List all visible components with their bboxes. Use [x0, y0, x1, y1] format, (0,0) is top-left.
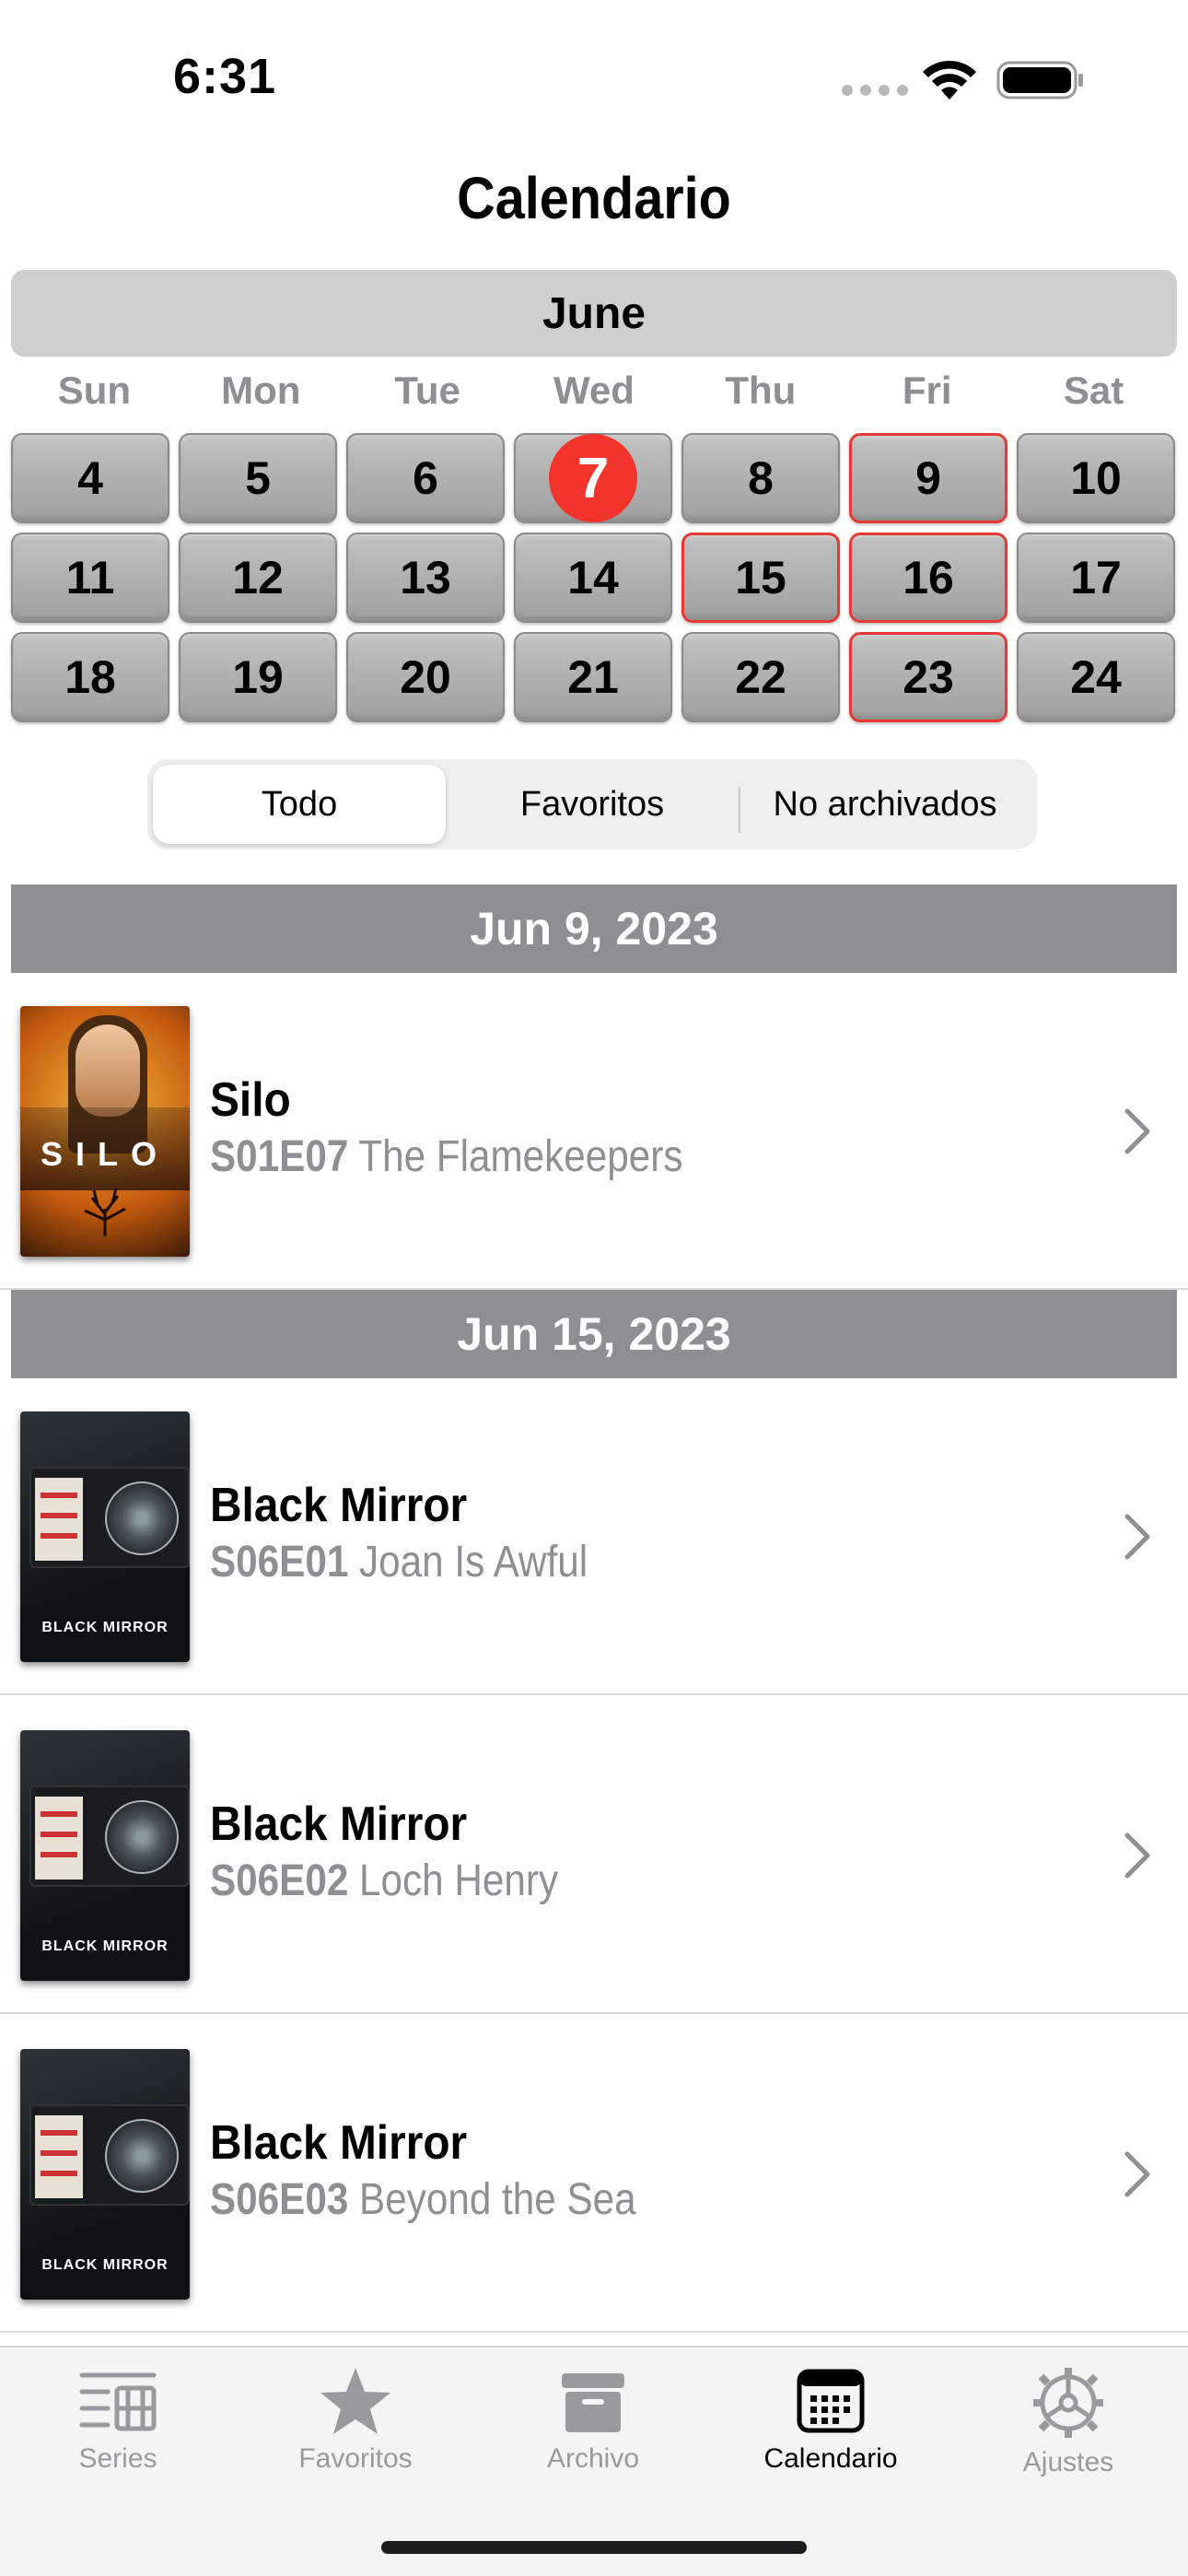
tab-series[interactable]: Series	[26, 2366, 210, 2475]
tab-label: Archivo	[546, 2443, 640, 2474]
episode-title: Beyond the Sea	[359, 2175, 636, 2224]
calendar-day[interactable]: 22	[681, 632, 840, 722]
filter-todo[interactable]: Todo	[153, 765, 446, 844]
episode-row[interactable]: BLACK MIRROR Black Mirror S06E03 Beyond …	[0, 2016, 1188, 2333]
section-header-date: Jun 9, 2023	[11, 884, 1177, 973]
weekday-label: Fri	[902, 369, 952, 412]
status-time: 6:31	[173, 49, 277, 104]
tab-label: Calendario	[763, 2443, 898, 2474]
calendar-day[interactable]: 6	[346, 433, 505, 523]
episode-row[interactable]: BLACK MIRROR Black Mirror S06E02 Loch He…	[0, 1697, 1188, 2014]
calendar-day-today[interactable]: 7	[514, 433, 672, 523]
episode-code: S06E02	[210, 1856, 349, 1905]
tab-archivo[interactable]: Archivo	[501, 2366, 685, 2475]
episode-row[interactable]: SILO Silo S01E07 The Flamekeepers	[0, 973, 1188, 1290]
today-indicator: 7	[549, 434, 637, 522]
calendar-day[interactable]: 18	[11, 632, 169, 722]
episode-code: S06E01	[210, 1538, 349, 1587]
battery-icon	[996, 61, 1083, 100]
show-poster: SILO	[20, 1006, 190, 1257]
calendar-day[interactable]: 24	[1017, 632, 1175, 722]
tab-label: Ajustes	[1022, 2447, 1114, 2477]
calendar-day[interactable]: 10	[1017, 433, 1175, 523]
home-indicator	[381, 2541, 807, 2554]
tab-label: Series	[78, 2443, 157, 2474]
episode-subtitle: S06E02 Loch Henry	[210, 1856, 558, 1906]
episode-code: S06E03	[210, 2175, 349, 2224]
episode-title: Loch Henry	[359, 1856, 559, 1905]
show-poster: BLACK MIRROR	[20, 2049, 190, 2300]
filter-no-archivados[interactable]: No archivados	[739, 765, 1031, 844]
cellular-signal-icon	[842, 85, 908, 96]
archive-box-icon	[562, 2373, 624, 2432]
episode-subtitle: S06E03 Beyond the Sea	[210, 2174, 636, 2225]
calendar-day[interactable]: 11	[11, 533, 169, 623]
weekday-label: Wed	[553, 369, 635, 412]
page-title: Calendario	[457, 165, 731, 231]
chevron-right-icon	[1124, 1832, 1150, 1879]
tab-label: Favoritos	[298, 2443, 413, 2474]
calendar-day[interactable]: 21	[514, 632, 672, 722]
episode-title: Joan Is Awful	[359, 1538, 588, 1587]
show-poster: BLACK MIRROR	[20, 1730, 190, 1981]
calendar-day[interactable]: 13	[346, 533, 505, 623]
calendar-day-with-episodes[interactable]: 9	[849, 433, 1007, 523]
show-title: Silo	[210, 1073, 291, 1127]
calendar-day[interactable]: 19	[179, 632, 337, 722]
poster-title: BLACK MIRROR	[41, 1620, 169, 1635]
section-header-date: Jun 15, 2023	[11, 1290, 1177, 1378]
weekday-label: Sun	[57, 369, 132, 412]
tab-favoritos[interactable]: Favoritos	[263, 2366, 448, 2475]
episode-row[interactable]: BLACK MIRROR Black Mirror S06E01 Joan Is…	[0, 1378, 1188, 1695]
chevron-right-icon	[1124, 1514, 1150, 1560]
poster-title: BLACK MIRROR	[41, 2257, 169, 2273]
episode-title: The Flamekeepers	[358, 1132, 683, 1181]
weekday-label: Tue	[394, 369, 460, 412]
star-icon	[320, 2368, 390, 2434]
weekday-label: Mon	[221, 369, 301, 412]
month-header: June	[11, 270, 1177, 357]
episode-subtitle: S06E01 Joan Is Awful	[210, 1537, 588, 1587]
calendar-day[interactable]: 20	[346, 632, 505, 722]
gear-icon	[1033, 2368, 1103, 2438]
show-title: Black Mirror	[210, 1479, 468, 1532]
calendar-day-with-episodes[interactable]: 16	[849, 533, 1007, 623]
calendar-day[interactable]: 5	[179, 433, 337, 523]
calendar-grid: 4 5 6 7 8 9 10 11 12 13 14 15 16 17 18 1…	[11, 433, 1177, 722]
calendar-icon	[797, 2369, 865, 2433]
status-bar: 6:31	[0, 0, 1188, 138]
tree-graphic	[84, 1188, 126, 1236]
show-title: Black Mirror	[210, 1797, 468, 1851]
calendar-day-with-episodes[interactable]: 15	[681, 533, 840, 623]
tab-calendario[interactable]: Calendario	[739, 2366, 923, 2475]
wifi-icon	[923, 60, 976, 100]
segment-divider	[739, 787, 740, 833]
calendar-day[interactable]: 12	[179, 533, 337, 623]
calendar-day[interactable]: 8	[681, 433, 840, 523]
filter-segmented-control: Todo Favoritos No archivados	[147, 759, 1037, 849]
series-icon	[79, 2372, 157, 2431]
calendar-day[interactable]: 17	[1017, 533, 1175, 623]
weekday-label: Sat	[1063, 369, 1124, 412]
chevron-right-icon	[1124, 2151, 1150, 2197]
show-poster: BLACK MIRROR	[20, 1411, 190, 1662]
filter-favoritos[interactable]: Favoritos	[446, 765, 739, 844]
tab-ajustes[interactable]: Ajustes	[976, 2366, 1160, 2478]
episode-subtitle: S01E07 The Flamekeepers	[210, 1131, 682, 1182]
calendar-day-with-episodes[interactable]: 23	[849, 632, 1007, 722]
episode-code: S01E07	[210, 1132, 349, 1181]
show-title: Black Mirror	[210, 2116, 468, 2170]
weekday-header: Sun Mon Tue Wed Thu Fri Sat	[11, 369, 1177, 426]
calendar-day[interactable]: 4	[11, 433, 169, 523]
weekday-label: Thu	[725, 369, 797, 412]
poster-title: SILO	[40, 1135, 169, 1173]
calendar-day[interactable]: 14	[514, 533, 672, 623]
chevron-right-icon	[1124, 1108, 1150, 1154]
poster-title: BLACK MIRROR	[41, 1938, 169, 1954]
